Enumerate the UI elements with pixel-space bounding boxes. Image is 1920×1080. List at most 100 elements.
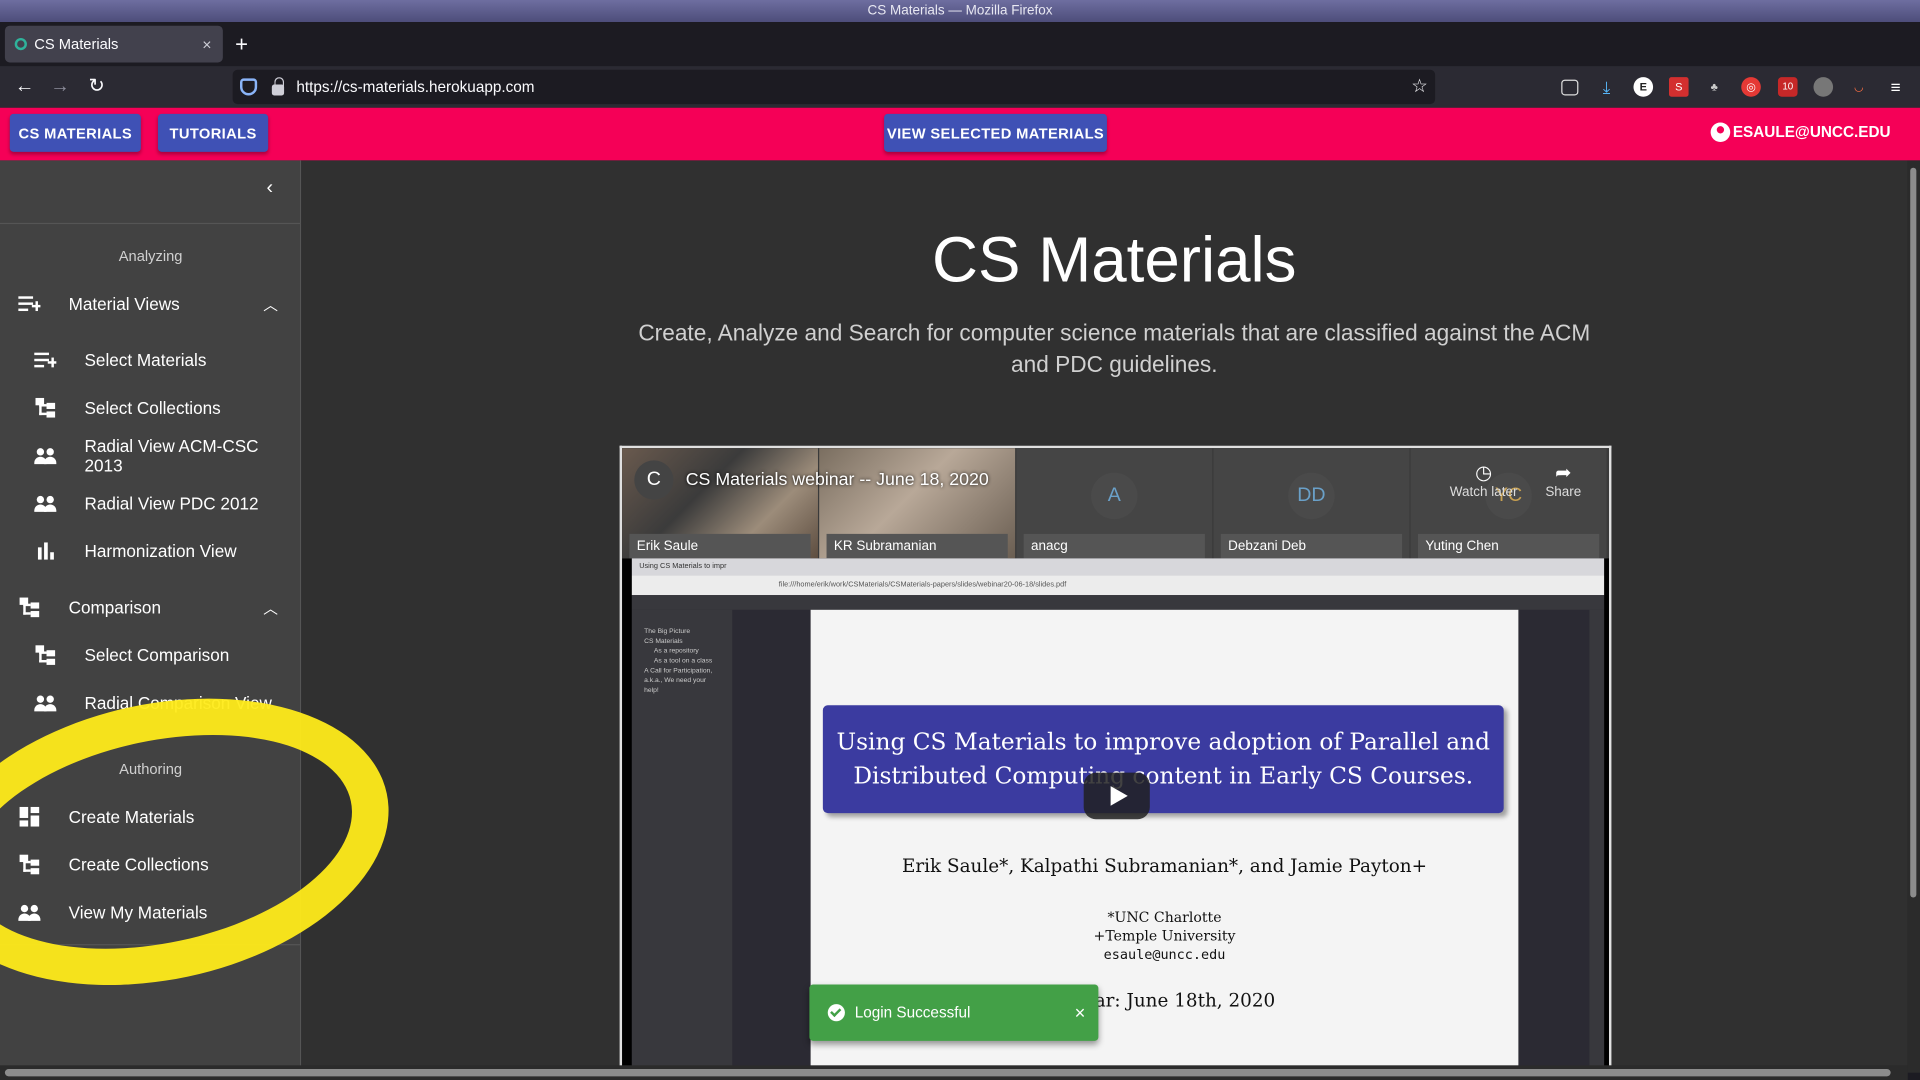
watch-later-button[interactable]: ◷ Watch later (1450, 460, 1518, 500)
downloads-icon[interactable]: ⤓ (1597, 77, 1617, 97)
participant-name: KR Subramanian (826, 533, 1008, 559)
participant-name: Debzani Deb (1220, 533, 1403, 559)
sidebar-item-view-my-materials[interactable]: View My Materials (0, 890, 300, 934)
sidebar-item-radial-pdc[interactable]: Radial View PDC 2012 (0, 481, 300, 525)
slide-affiliations: *UNC Charlotte +Temple University esaule… (1093, 908, 1236, 963)
sidebar-item-radial-acm[interactable]: Radial View ACM-CSC 2013 (0, 433, 300, 477)
sidebar-item-select-collections[interactable]: Select Collections (0, 386, 300, 430)
back-arrow-icon[interactable]: ← (11, 73, 38, 100)
extension-s-icon[interactable]: S (1668, 77, 1689, 97)
forward-arrow-icon[interactable]: → (47, 73, 74, 100)
sidebar-item-label: Create Collections (68, 854, 209, 875)
tab-strip: CS Materials × + (0, 22, 1920, 67)
sidebar-group-label: Comparison (68, 597, 162, 618)
reload-icon[interactable]: ↻ (83, 73, 110, 100)
tree-icon (34, 397, 56, 419)
screen-root: CS Materials — Mozilla Firefox CS Materi… (0, 0, 1920, 1080)
user-account-button[interactable]: ESAULE@UNCC.EDU (1710, 122, 1891, 143)
extension-privacy-icon[interactable]: ◎ (1741, 77, 1761, 97)
check-circle-icon (827, 1004, 845, 1022)
video-participants-strip: Erik Saule KR Subramanian A anacg DD Deb… (622, 448, 1609, 559)
browser-tab[interactable]: CS Materials × (4, 25, 223, 63)
sidebar-item-select-materials[interactable]: Select Materials (0, 338, 300, 382)
pocket-icon[interactable] (1561, 79, 1579, 96)
snackbar-message: Login Successful (854, 1004, 971, 1022)
play-button-icon[interactable] (1083, 772, 1150, 820)
sidebar-item-label: Create Materials (68, 806, 195, 827)
participant-tile: DD Debzani Deb (1213, 448, 1410, 559)
sidebar-group-comparison[interactable]: Comparison ︿ (0, 585, 300, 629)
sidebar-collapse-row: ‹ (0, 160, 301, 225)
app-bar: CS MATERIALS TUTORIALS VIEW SELECTED MAT… (0, 107, 1920, 161)
tab-close-button[interactable]: × (196, 35, 218, 53)
sidebar-item-label: Harmonization View (84, 541, 237, 561)
slide-title: Using CS Materials to improve adoption o… (822, 705, 1504, 814)
menu-icon[interactable]: ≡ (1886, 77, 1906, 97)
share-arrow-icon: ➦ (1555, 462, 1572, 484)
chevron-up-icon: ︿ (263, 599, 278, 617)
section-header-authoring: Authoring (119, 760, 183, 778)
chevron-left-icon[interactable]: ‹ (267, 178, 274, 200)
extension-e-icon[interactable]: E (1633, 77, 1654, 97)
tracking-shield-icon[interactable] (240, 78, 258, 96)
playlist-add-icon (18, 293, 41, 315)
new-tab-button[interactable]: + (235, 32, 248, 58)
sidebar-item-harmonization[interactable]: Harmonization View (0, 529, 300, 573)
lock-icon[interactable] (271, 76, 285, 95)
extension-circle-icon[interactable] (1813, 77, 1834, 97)
participant-tile: A anacg (1016, 448, 1213, 559)
section-header-analyzing: Analyzing (118, 247, 183, 265)
playlist-add-icon (34, 349, 57, 371)
sidebar-group-material-views[interactable]: Material Views ︿ (0, 282, 300, 326)
page-title: CS Materials (932, 225, 1297, 297)
tree-icon (18, 596, 40, 618)
page-subtitle: Create, Analyze and Search for computer … (638, 319, 1591, 378)
sidebar-item-create-materials[interactable]: Create Materials (0, 795, 300, 839)
adblock-icon[interactable]: 10 (1777, 77, 1798, 97)
share-button[interactable]: ➦ Share (1545, 460, 1581, 500)
view-selected-materials-button[interactable]: VIEW SELECTED MATERIALS (884, 113, 1107, 152)
url-bar[interactable]: https://cs-materials.herokuapp.com ☆ (232, 69, 1436, 105)
video-player[interactable]: Erik Saule KR Subramanian A anacg DD Deb… (619, 445, 1612, 1073)
snackbar-close-button[interactable]: × (1062, 1002, 1099, 1023)
tutorials-button[interactable]: TUTORIALS (157, 113, 269, 152)
participant-tile: KR Subramanian (819, 448, 1016, 559)
browser-nav-bar: ← → ↻ https://cs-materials.herokuapp.com… (0, 66, 1920, 108)
main-content: CS Materials Create, Analyze and Search … (301, 160, 1908, 1073)
clock-icon: ◷ (1475, 462, 1493, 484)
bookmark-star-icon[interactable]: ☆ (1411, 75, 1427, 97)
inner-browser-tab: Using CS Materials to impr (631, 558, 1605, 576)
url-text[interactable]: https://cs-materials.herokuapp.com (296, 78, 534, 95)
pdf-toolbar (631, 595, 1605, 610)
login-snackbar: Login Successful × (809, 984, 1099, 1041)
people-icon (34, 692, 57, 714)
sidebar-item-radial-comparison[interactable]: Radial Comparison View (0, 681, 300, 725)
sidebar-item-select-comparison[interactable]: Select Comparison (0, 633, 300, 677)
participant-initial: DD (1288, 472, 1335, 520)
sidebar-item-create-collections[interactable]: Create Collections (0, 842, 300, 886)
video-title[interactable]: CS Materials webinar -- June 18, 2020 (686, 470, 989, 490)
sidebar-item-label: Radial View ACM-CSC 2013 (84, 435, 259, 476)
slide-date: ar: June 18th, 2020 (1094, 989, 1276, 1012)
scrollbar-thumb[interactable] (4, 1068, 1891, 1077)
dashboard-icon (18, 806, 40, 828)
sidebar-item-label: Radial Comparison View (84, 693, 272, 713)
chevron-up-icon: ︿ (263, 295, 278, 313)
participant-name: Erik Saule (629, 533, 811, 559)
extension-orange-icon[interactable]: ◡ (1849, 77, 1869, 97)
channel-avatar[interactable]: C (634, 460, 674, 500)
people-icon (34, 444, 57, 466)
vertical-scrollbar[interactable] (1907, 160, 1920, 1073)
extension-tree-icon[interactable]: ♣ (1705, 77, 1725, 97)
tab-title: CS Materials (34, 35, 119, 53)
pdf-outline: The Big Picture CS Materials As a reposi… (631, 609, 733, 1073)
bar-chart-icon (34, 540, 56, 562)
cs-materials-button[interactable]: CS MATERIALS (9, 113, 141, 152)
sidebar-group-label: Material Views (68, 293, 180, 314)
participant-name: Yuting Chen (1417, 533, 1600, 559)
horizontal-scrollbar[interactable] (0, 1065, 1908, 1080)
slide-authors: Erik Saule*, Kalpathi Subramanian*, and … (901, 854, 1428, 877)
scrollbar-thumb[interactable] (1910, 167, 1917, 898)
tree-icon (18, 853, 40, 875)
site-favicon-icon (14, 37, 27, 51)
